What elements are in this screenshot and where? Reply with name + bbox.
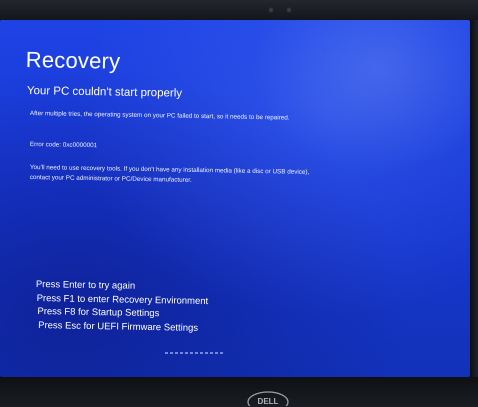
recovery-title: Recovery <box>25 47 121 74</box>
bottom-bezel <box>0 377 478 407</box>
photo-of-laptop-screen: Recovery Your PC couldn't start properly… <box>0 0 478 407</box>
right-bezel <box>470 20 478 377</box>
recovery-instructions: You'll need to use recovery tools. If yo… <box>29 163 310 184</box>
recovery-subtitle: Your PC couldn't start properly <box>26 85 183 100</box>
failure-message: After multiple tries, the operating syst… <box>29 109 290 122</box>
screen-glare <box>240 20 470 180</box>
webcam-icon <box>268 7 274 13</box>
error-code: Error code: 0xc0000001 <box>29 140 98 150</box>
recovery-options-list: Press Enter to try again Press F1 to ent… <box>35 278 209 335</box>
option-uefi-firmware-settings[interactable]: Press Esc for UEFI Firmware Settings <box>35 318 208 335</box>
dell-logo-text: DELL <box>258 397 279 406</box>
top-bezel <box>0 0 478 22</box>
camera-sensor-icon <box>286 7 292 13</box>
screen-reflection <box>165 352 225 354</box>
dell-logo-icon: DELL <box>247 391 289 406</box>
recovery-screen: Recovery Your PC couldn't start properly… <box>0 20 470 377</box>
